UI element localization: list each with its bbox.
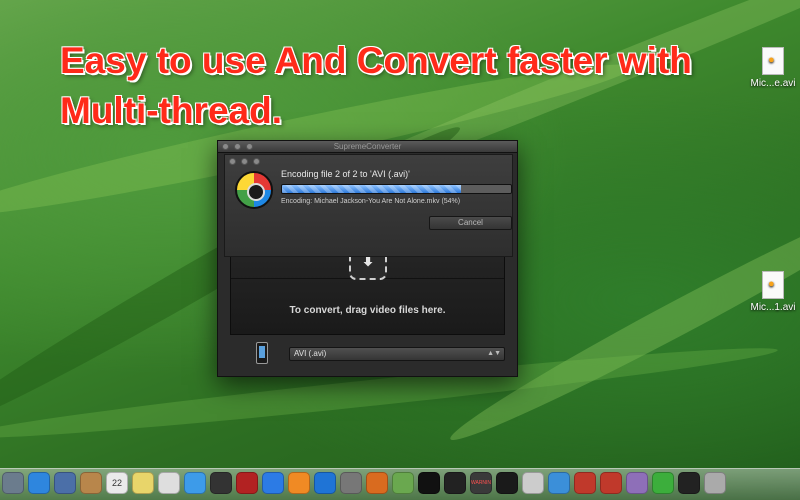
xcode-icon[interactable] [548, 472, 570, 494]
progress-remaining [460, 185, 511, 193]
app-store-icon[interactable] [314, 472, 336, 494]
sheet-dot [241, 158, 248, 165]
messages-icon[interactable] [184, 472, 206, 494]
qq-icon[interactable] [574, 472, 596, 494]
supremeconverter-window: SupremeConverter ⬇ To convert, drag vide… [217, 140, 518, 377]
supremeconverter-icon[interactable] [678, 472, 700, 494]
itunes-icon[interactable] [262, 472, 284, 494]
select-arrows-icon: ▲▼ [487, 350, 501, 357]
quicktime-icon[interactable] [522, 472, 544, 494]
camera-icon[interactable] [210, 472, 232, 494]
progress-fill [282, 185, 461, 193]
system-preferences-icon[interactable] [340, 472, 362, 494]
wechat-icon[interactable] [652, 472, 674, 494]
window-titlebar[interactable]: SupremeConverter [218, 141, 517, 153]
dock-item-label: 22 [111, 478, 122, 488]
finder-icon[interactable] [2, 472, 24, 494]
headline: Easy to use And Convert faster with Mult… [60, 40, 692, 131]
photos-icon[interactable] [626, 472, 648, 494]
sheet-dot [253, 158, 260, 165]
dock: 22 WARNIN [0, 468, 800, 500]
desktop-file[interactable]: Mic...1.avi [743, 271, 800, 313]
encoding-sheet: Encoding file 2 of 2 to 'AVI (.avi)' Enc… [224, 154, 513, 257]
photo-booth-icon[interactable] [236, 472, 258, 494]
desktop-file-label: Mic...1.avi [750, 302, 796, 313]
window-title: SupremeConverter [333, 142, 402, 151]
activity-monitor-icon[interactable] [444, 472, 466, 494]
video-file-icon [762, 47, 784, 75]
contacts-icon[interactable] [80, 472, 102, 494]
safari-icon[interactable] [28, 472, 50, 494]
ibooks-icon[interactable] [288, 472, 310, 494]
calendar-icon[interactable]: 22 [106, 472, 128, 494]
output-format-select[interactable]: AVI (.avi) ▲▼ [289, 347, 505, 361]
iphone-icon[interactable] [256, 342, 268, 364]
cancel-button[interactable]: Cancel [429, 216, 512, 230]
qq-2-icon[interactable] [600, 472, 622, 494]
terminal-icon[interactable] [418, 472, 440, 494]
encoding-progress-bar [281, 184, 512, 194]
textedit-icon[interactable] [158, 472, 180, 494]
supremeconverter-icon [235, 171, 273, 209]
console-icon[interactable]: WARNIN [470, 472, 492, 494]
dock-items: 22 WARNIN [2, 472, 726, 494]
preview-icon[interactable] [54, 472, 76, 494]
sheet-dot [229, 158, 236, 165]
encoding-detail: Encoding: Michael Jackson-You Are Not Al… [281, 198, 461, 205]
desktop-file-label: Mic...e.avi [750, 78, 796, 89]
video-file-icon [762, 271, 784, 299]
dock-item-label: WARNIN [470, 480, 492, 486]
drop-hint: To convert, drag video files here. [289, 305, 446, 316]
notes-icon[interactable] [132, 472, 154, 494]
brackets-icon[interactable] [392, 472, 414, 494]
trash-icon[interactable] [704, 472, 726, 494]
encoding-status: Encoding file 2 of 2 to 'AVI (.avi)' [281, 169, 410, 179]
format-selected-value: AVI (.avi) [294, 349, 327, 358]
terminal-2-icon[interactable] [496, 472, 518, 494]
matlab-icon[interactable] [366, 472, 388, 494]
desktop-file[interactable]: Mic...e.avi [743, 47, 800, 89]
